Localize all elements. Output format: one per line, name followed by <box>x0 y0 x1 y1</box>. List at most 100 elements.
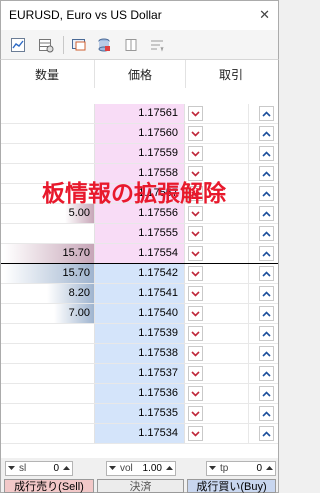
price-cell: 1.17559 <box>94 144 185 163</box>
sell-arrow-icon[interactable] <box>188 126 203 141</box>
qty-value: 8.20 <box>68 287 90 299</box>
price-value: 1.17560 <box>138 127 178 139</box>
sl-increase-icon[interactable] <box>61 462 72 475</box>
sell-arrow-icon[interactable] <box>188 366 203 381</box>
depth-disk-icon[interactable] <box>94 35 114 55</box>
price-cell: 1.17539 <box>94 324 185 343</box>
order-controls: sl 0 vol 1.00 tp 0 成行売り(Sell) 決済 成行買い(Bu… <box>0 458 279 493</box>
sell-arrow-icon[interactable] <box>188 106 203 121</box>
bid-row: 8.20 1.17541 <box>1 284 278 304</box>
sell-arrow-icon[interactable] <box>188 146 203 161</box>
header-price: 価格 <box>128 68 153 82</box>
buy-arrow-icon[interactable] <box>259 146 274 161</box>
ask-row: 1.17559 <box>1 144 278 164</box>
price-value: 1.17539 <box>138 327 178 339</box>
buy-arrow-icon[interactable] <box>259 166 274 181</box>
toolbar <box>0 30 279 60</box>
tp-label: tp <box>220 463 229 474</box>
column-header: 数量 価格 取引 <box>0 60 279 88</box>
buy-arrow-icon[interactable] <box>259 226 274 241</box>
tp-decrease-icon[interactable] <box>207 462 218 475</box>
buy-arrow-icon[interactable] <box>259 266 274 281</box>
sell-arrow-icon[interactable] <box>188 326 203 341</box>
market-sell-button[interactable]: 成行売り(Sell) <box>4 479 94 493</box>
qty-value: 15.70 <box>62 267 90 279</box>
qty-value: 7.00 <box>68 307 90 319</box>
qty-cell <box>1 144 94 163</box>
qty-cell: 15.70 <box>1 244 94 263</box>
price-cell: 1.17534 <box>94 424 185 443</box>
ask-row: 1.17560 <box>1 124 278 144</box>
price-cell: 1.17541 <box>94 284 185 303</box>
sell-arrow-icon[interactable] <box>188 286 203 301</box>
price-cell: 1.17540 <box>94 304 185 323</box>
columns-icon[interactable] <box>121 35 141 55</box>
buy-arrow-icon[interactable] <box>259 246 274 261</box>
price-cell: 1.17536 <box>94 384 185 403</box>
sl-field[interactable]: sl 0 <box>5 461 73 476</box>
sell-arrow-icon[interactable] <box>188 426 203 441</box>
buy-arrow-icon[interactable] <box>259 406 274 421</box>
price-value: 1.17535 <box>138 407 178 419</box>
buy-arrow-icon[interactable] <box>259 286 274 301</box>
volume-decrease-icon[interactable] <box>107 462 118 475</box>
bid-row: 15.70 1.17542 <box>1 264 278 284</box>
price-value: 1.17538 <box>138 347 178 359</box>
sort-icon[interactable] <box>147 35 167 55</box>
buy-arrow-icon[interactable] <box>259 106 274 121</box>
volume-increase-icon[interactable] <box>164 462 175 475</box>
volume-field[interactable]: vol 1.00 <box>106 461 176 476</box>
volume-value[interactable]: 1.00 <box>143 463 162 474</box>
sell-arrow-icon[interactable] <box>188 206 203 221</box>
price-cell: 1.17538 <box>94 344 185 363</box>
tp-field[interactable]: tp 0 <box>206 461 276 476</box>
depth-of-market-grid: 1.17561 1.17560 1.17559 1.17558 1.17557 5.00 1… <box>0 88 279 458</box>
overlay-caption: 板情報の拡張解除 <box>42 181 226 207</box>
sell-arrow-icon[interactable] <box>188 266 203 281</box>
price-value: 1.17561 <box>138 107 178 119</box>
title-bar: EURUSD, Euro vs US Dollar ✕ <box>0 0 279 30</box>
sell-arrow-icon[interactable] <box>188 346 203 361</box>
header-trade: 取引 <box>219 68 244 82</box>
sl-decrease-icon[interactable] <box>6 462 17 475</box>
sell-arrow-icon[interactable] <box>188 226 203 241</box>
buy-arrow-icon[interactable] <box>259 326 274 341</box>
bid-row: 1.17539 <box>1 324 278 344</box>
buy-arrow-icon[interactable] <box>259 186 274 201</box>
market-buy-button[interactable]: 成行買い(Buy) <box>187 479 276 493</box>
header-qty: 数量 <box>35 68 60 82</box>
sl-value[interactable]: 0 <box>53 463 59 474</box>
buy-arrow-icon[interactable] <box>259 366 274 381</box>
price-value: 1.17534 <box>138 427 178 439</box>
buy-arrow-icon[interactable] <box>259 206 274 221</box>
qty-cell <box>1 104 94 123</box>
buy-arrow-icon[interactable] <box>259 126 274 141</box>
buy-arrow-icon[interactable] <box>259 306 274 321</box>
sell-arrow-icon[interactable] <box>188 386 203 401</box>
bid-row: 7.00 1.17540 <box>1 304 278 324</box>
price-value: 1.17555 <box>138 227 178 239</box>
ask-row: 15.70 1.17554 <box>1 244 278 264</box>
qty-cell: 15.70 <box>1 264 94 283</box>
sell-arrow-icon[interactable] <box>188 406 203 421</box>
bid-row: 1.17536 <box>1 384 278 404</box>
chart-icon[interactable] <box>8 35 28 55</box>
buy-arrow-icon[interactable] <box>259 346 274 361</box>
sell-arrow-icon[interactable] <box>188 306 203 321</box>
buy-arrow-icon[interactable] <box>259 386 274 401</box>
price-cell: 1.17537 <box>94 364 185 383</box>
window-title: EURUSD, Euro vs US Dollar <box>9 8 162 22</box>
bid-row: 1.17534 <box>1 424 278 444</box>
buy-arrow-icon[interactable] <box>259 426 274 441</box>
display-settings-icon[interactable] <box>69 35 89 55</box>
qty-cell <box>1 344 94 363</box>
qty-cell: 7.00 <box>1 304 94 323</box>
tp-value[interactable]: 0 <box>256 463 262 474</box>
sell-arrow-icon[interactable] <box>188 246 203 261</box>
close-icon[interactable]: ✕ <box>259 7 270 23</box>
qty-cell <box>1 364 94 383</box>
price-value: 1.17537 <box>138 367 178 379</box>
calendar-grid-icon[interactable] <box>36 35 56 55</box>
tp-increase-icon[interactable] <box>264 462 275 475</box>
close-position-button[interactable]: 決済 <box>97 479 184 493</box>
